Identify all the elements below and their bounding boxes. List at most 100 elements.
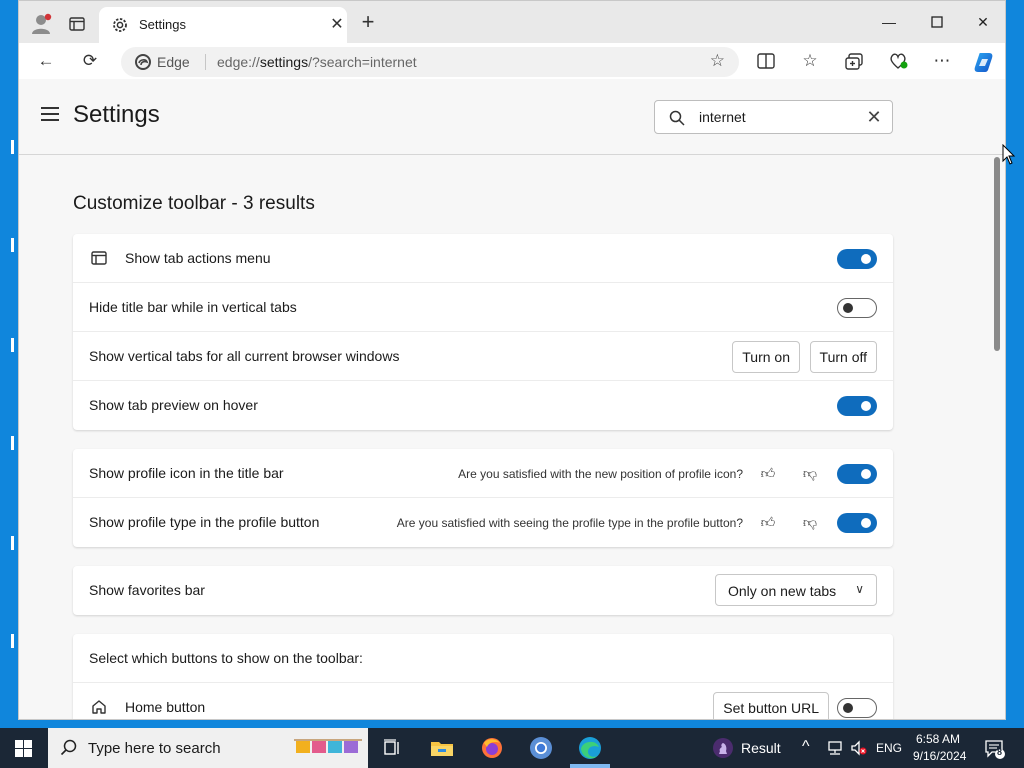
clock-time[interactable]: 6:58 AM xyxy=(916,732,960,746)
home-icon xyxy=(92,700,106,714)
favorites-bar-card: Show favorites bar Only on new tabs ∨ xyxy=(73,566,893,615)
edge-logo-icon xyxy=(135,54,151,70)
setting-row-profile-type: Show profile type in the profile button … xyxy=(73,498,893,547)
address-brand: Edge xyxy=(157,54,190,70)
gear-icon xyxy=(113,18,127,32)
tab-actions-icon[interactable] xyxy=(69,16,85,32)
notifications-icon[interactable] xyxy=(984,738,1006,760)
firefox-icon[interactable] xyxy=(478,734,506,762)
desktop-icon[interactable] xyxy=(11,634,14,648)
thumbs-down-icon[interactable]: 👎︎ xyxy=(799,462,821,484)
toolbar-buttons-card: Select which buttons to show on the tool… xyxy=(73,634,893,719)
profile-settings-card: Show profile icon in the title bar Are y… xyxy=(73,449,893,547)
result-label[interactable]: Result xyxy=(741,740,781,756)
url-host: settings xyxy=(259,54,309,70)
clear-search-icon[interactable]: ✕ xyxy=(864,107,884,127)
tab-actions-toggle[interactable] xyxy=(837,249,877,269)
setting-label: Hide title bar while in vertical tabs xyxy=(89,299,297,315)
setting-label: Show vertical tabs for all current brows… xyxy=(89,348,400,364)
close-window-icon[interactable]: ✕ xyxy=(971,11,995,33)
profile-icon[interactable] xyxy=(31,13,53,35)
chevron-down-icon: ∨ xyxy=(855,582,864,596)
setting-label: Show favorites bar xyxy=(89,582,205,598)
profile-type-toggle[interactable] xyxy=(837,513,877,533)
tab-settings[interactable]: Settings ✕ xyxy=(99,7,347,43)
collections-icon[interactable] xyxy=(845,53,863,70)
windows-logo-icon xyxy=(15,740,32,757)
search-placeholder: Type here to search xyxy=(88,740,221,757)
desktop-icon[interactable] xyxy=(11,436,14,450)
refresh-icon[interactable]: ⟳ xyxy=(77,49,103,73)
setting-row-vertical-tabs: Show vertical tabs for all current brows… xyxy=(73,332,893,381)
minimize-icon[interactable]: — xyxy=(877,11,901,33)
title-bar: Settings ✕ + — ✕ xyxy=(19,1,1005,43)
address-separator xyxy=(205,54,206,70)
favorites-bar-dropdown[interactable]: Only on new tabs ∨ xyxy=(715,574,877,606)
toolbar-settings-card: Show tab actions menu Hide title bar whi… xyxy=(73,234,893,430)
url-prefix: edge:// xyxy=(217,54,260,70)
address-bar[interactable]: Edge edge://settings/?search=internet ☆ xyxy=(121,47,739,77)
thumbs-down-icon[interactable]: 👎︎ xyxy=(799,511,821,533)
mouse-cursor xyxy=(1002,144,1016,165)
desktop-icon[interactable] xyxy=(11,140,14,154)
scroll-thumb[interactable] xyxy=(994,157,1000,351)
file-explorer-icon[interactable] xyxy=(428,734,456,762)
more-options-icon[interactable]: ⋯ xyxy=(929,49,955,73)
chrome-icon[interactable] xyxy=(527,734,555,762)
new-tab-button[interactable]: + xyxy=(357,11,379,34)
feedback-question: Are you satisfied with the new position … xyxy=(458,467,743,481)
thumbs-up-icon[interactable]: 👍︎ xyxy=(757,462,779,484)
back-icon[interactable]: ← xyxy=(33,49,59,73)
maximize-icon[interactable] xyxy=(925,11,949,33)
menu-icon[interactable] xyxy=(41,107,59,121)
turn-on-button[interactable]: Turn on xyxy=(732,341,800,373)
favorite-star-icon[interactable]: ☆ xyxy=(710,51,725,71)
set-button-url-button[interactable]: Set button URL xyxy=(713,692,829,719)
setting-label: Home button xyxy=(125,699,206,715)
search-icon xyxy=(669,110,685,126)
page-scrollbar[interactable] xyxy=(993,155,1001,719)
profile-icon-toggle[interactable] xyxy=(837,464,877,484)
home-button-toggle[interactable] xyxy=(837,698,877,718)
setting-row-tab-actions: Show tab actions menu xyxy=(73,234,893,283)
setting-row-profile-icon: Show profile icon in the title bar Are y… xyxy=(73,449,893,498)
favorites-icon[interactable]: ☆ xyxy=(797,49,823,73)
search-input[interactable] xyxy=(699,109,849,125)
taskbar-search[interactable]: Type here to search xyxy=(48,728,368,768)
start-button[interactable] xyxy=(0,728,48,768)
url-rest: /?search=internet xyxy=(308,54,417,70)
split-screen-icon[interactable] xyxy=(757,53,775,69)
feedback-question: Are you satisfied with seeing the profil… xyxy=(396,516,743,530)
setting-label: Show profile type in the profile button xyxy=(89,514,320,530)
setting-row-tab-preview: Show tab preview on hover xyxy=(73,381,893,430)
close-tab-icon[interactable]: ✕ xyxy=(327,15,347,35)
toolbar-buttons-header-row: Select which buttons to show on the tool… xyxy=(73,634,893,683)
notification-count: 8 xyxy=(997,747,1003,757)
copilot-icon[interactable] xyxy=(973,51,995,73)
settings-search[interactable]: ✕ xyxy=(654,100,893,134)
thumbs-up-icon[interactable]: 👍︎ xyxy=(757,511,779,533)
task-view-icon[interactable] xyxy=(378,734,406,762)
browser-window: Settings ✕ + — ✕ ← ⟳ Edge edge://setting… xyxy=(18,0,1006,720)
address-url[interactable]: edge://settings/?search=internet xyxy=(217,54,417,70)
chess-result-icon[interactable] xyxy=(712,737,734,759)
setting-row-hide-title-bar: Hide title bar while in vertical tabs xyxy=(73,283,893,332)
language-indicator[interactable]: ENG xyxy=(876,741,902,755)
desktop-icon[interactable] xyxy=(11,338,14,352)
tab-title: Settings xyxy=(139,17,186,32)
network-icon[interactable] xyxy=(826,740,844,756)
hide-title-bar-toggle[interactable] xyxy=(837,298,877,318)
volume-muted-icon[interactable] xyxy=(850,740,868,756)
desktop-icon[interactable] xyxy=(11,536,14,550)
clock-date[interactable]: 9/16/2024 xyxy=(913,749,966,763)
edge-icon[interactable] xyxy=(576,734,604,762)
setting-label: Show profile icon in the title bar xyxy=(89,465,284,481)
desktop-icon[interactable] xyxy=(11,238,14,252)
chevron-up-icon[interactable]: ^ xyxy=(802,738,810,756)
page-title: Settings xyxy=(73,101,160,128)
search-highlight-icon xyxy=(294,739,362,753)
browser-essentials-icon[interactable] xyxy=(889,52,909,70)
tab-preview-toggle[interactable] xyxy=(837,396,877,416)
setting-label: Show tab actions menu xyxy=(125,250,271,266)
turn-off-button[interactable]: Turn off xyxy=(809,341,877,373)
